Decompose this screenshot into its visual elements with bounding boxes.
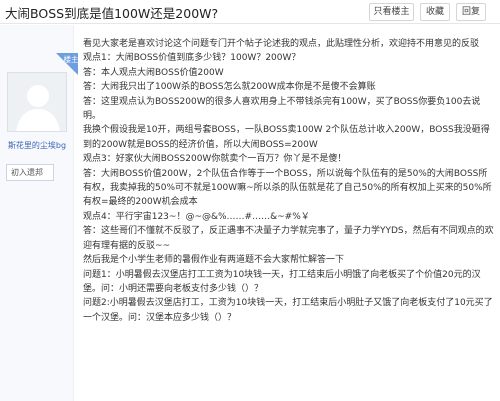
post-paragraph: 答：大闹我只出了100W杀的BOSS怎么就200W成本你是不是傻不会算账 bbox=[83, 82, 376, 93]
floor-badge-label: 楼主 bbox=[63, 55, 79, 64]
post-paragraph: 答：大闹BOSS价值200W，2个队伍合作等于一个BOSS，所以说每个队伍有的是… bbox=[83, 168, 492, 208]
post-paragraph: 观点3：好家伙大闹BOSS200W你就卖个一百万？你丫是不是傻！ bbox=[83, 154, 347, 165]
post-paragraph: 问题2:小明暑假去汉堡店打工，工资为10块钱一天，打工结束后小明肚子又饿了向老板… bbox=[83, 298, 493, 323]
thread-header: 大闹BOSS到底是值100W还是200W? 只看楼主 收藏 回复 bbox=[0, 0, 500, 24]
post-paragraph: 答：这些哥们不懂就不反驳了，反正遇事不决量子力学就完事了，量子力学YYDS，然后… bbox=[83, 226, 494, 251]
favorite-button[interactable]: 收藏 bbox=[420, 3, 450, 21]
username-link[interactable]: 斯花里的尘埃bg bbox=[0, 140, 74, 151]
post-paragraph: 观点1：大闹BOSS价值到底多少钱？100W？200W？ bbox=[83, 53, 301, 64]
post-paragraph: 观点4：平行宇宙123~！@~@&%……#……&~#%￥ bbox=[83, 211, 310, 222]
thread-title: 大闹BOSS到底是值100W还是200W? bbox=[5, 6, 219, 21]
avatar[interactable] bbox=[7, 72, 67, 132]
post-paragraph: 答：本人观点大闹BOSS价值200W bbox=[83, 67, 224, 78]
author-panel: 楼主 斯花里的尘埃bg 初入遗邦 bbox=[0, 25, 78, 401]
reply-button[interactable]: 回复 bbox=[456, 3, 486, 21]
only-op-button[interactable]: 只看楼主 bbox=[369, 3, 414, 21]
post-paragraph: 我换个假设我是10开，两组号套BOSS，一队BOSS卖100W 2个队伍总计收入… bbox=[83, 125, 490, 150]
post-paragraph: 答：这里观点认为BOSS200W的很多人喜欢用身上不带钱杀完有100W，买了BO… bbox=[83, 96, 481, 122]
post-paragraph: 然后我是个小学生老师的暑假作业有两道题不会大家帮忙解答一下 bbox=[83, 255, 345, 266]
default-avatar-icon bbox=[8, 73, 66, 131]
post-paragraph: 看见大家老是喜欢讨论这个问题专门开个帖子论述我的观点，此贴理性分析，欢迎持不用意… bbox=[83, 39, 480, 49]
level-badge: 初入遗邦 bbox=[6, 164, 54, 181]
post-paragraph: 问题1：小明暑假去汉堡店打工工资为10块钱一天，打工结束后小明饿了向老板买了个价… bbox=[83, 269, 481, 294]
post-content: 看见大家老是喜欢讨论这个问题专门开个帖子论述我的观点，此贴理性分析，欢迎持不用意… bbox=[83, 37, 495, 325]
